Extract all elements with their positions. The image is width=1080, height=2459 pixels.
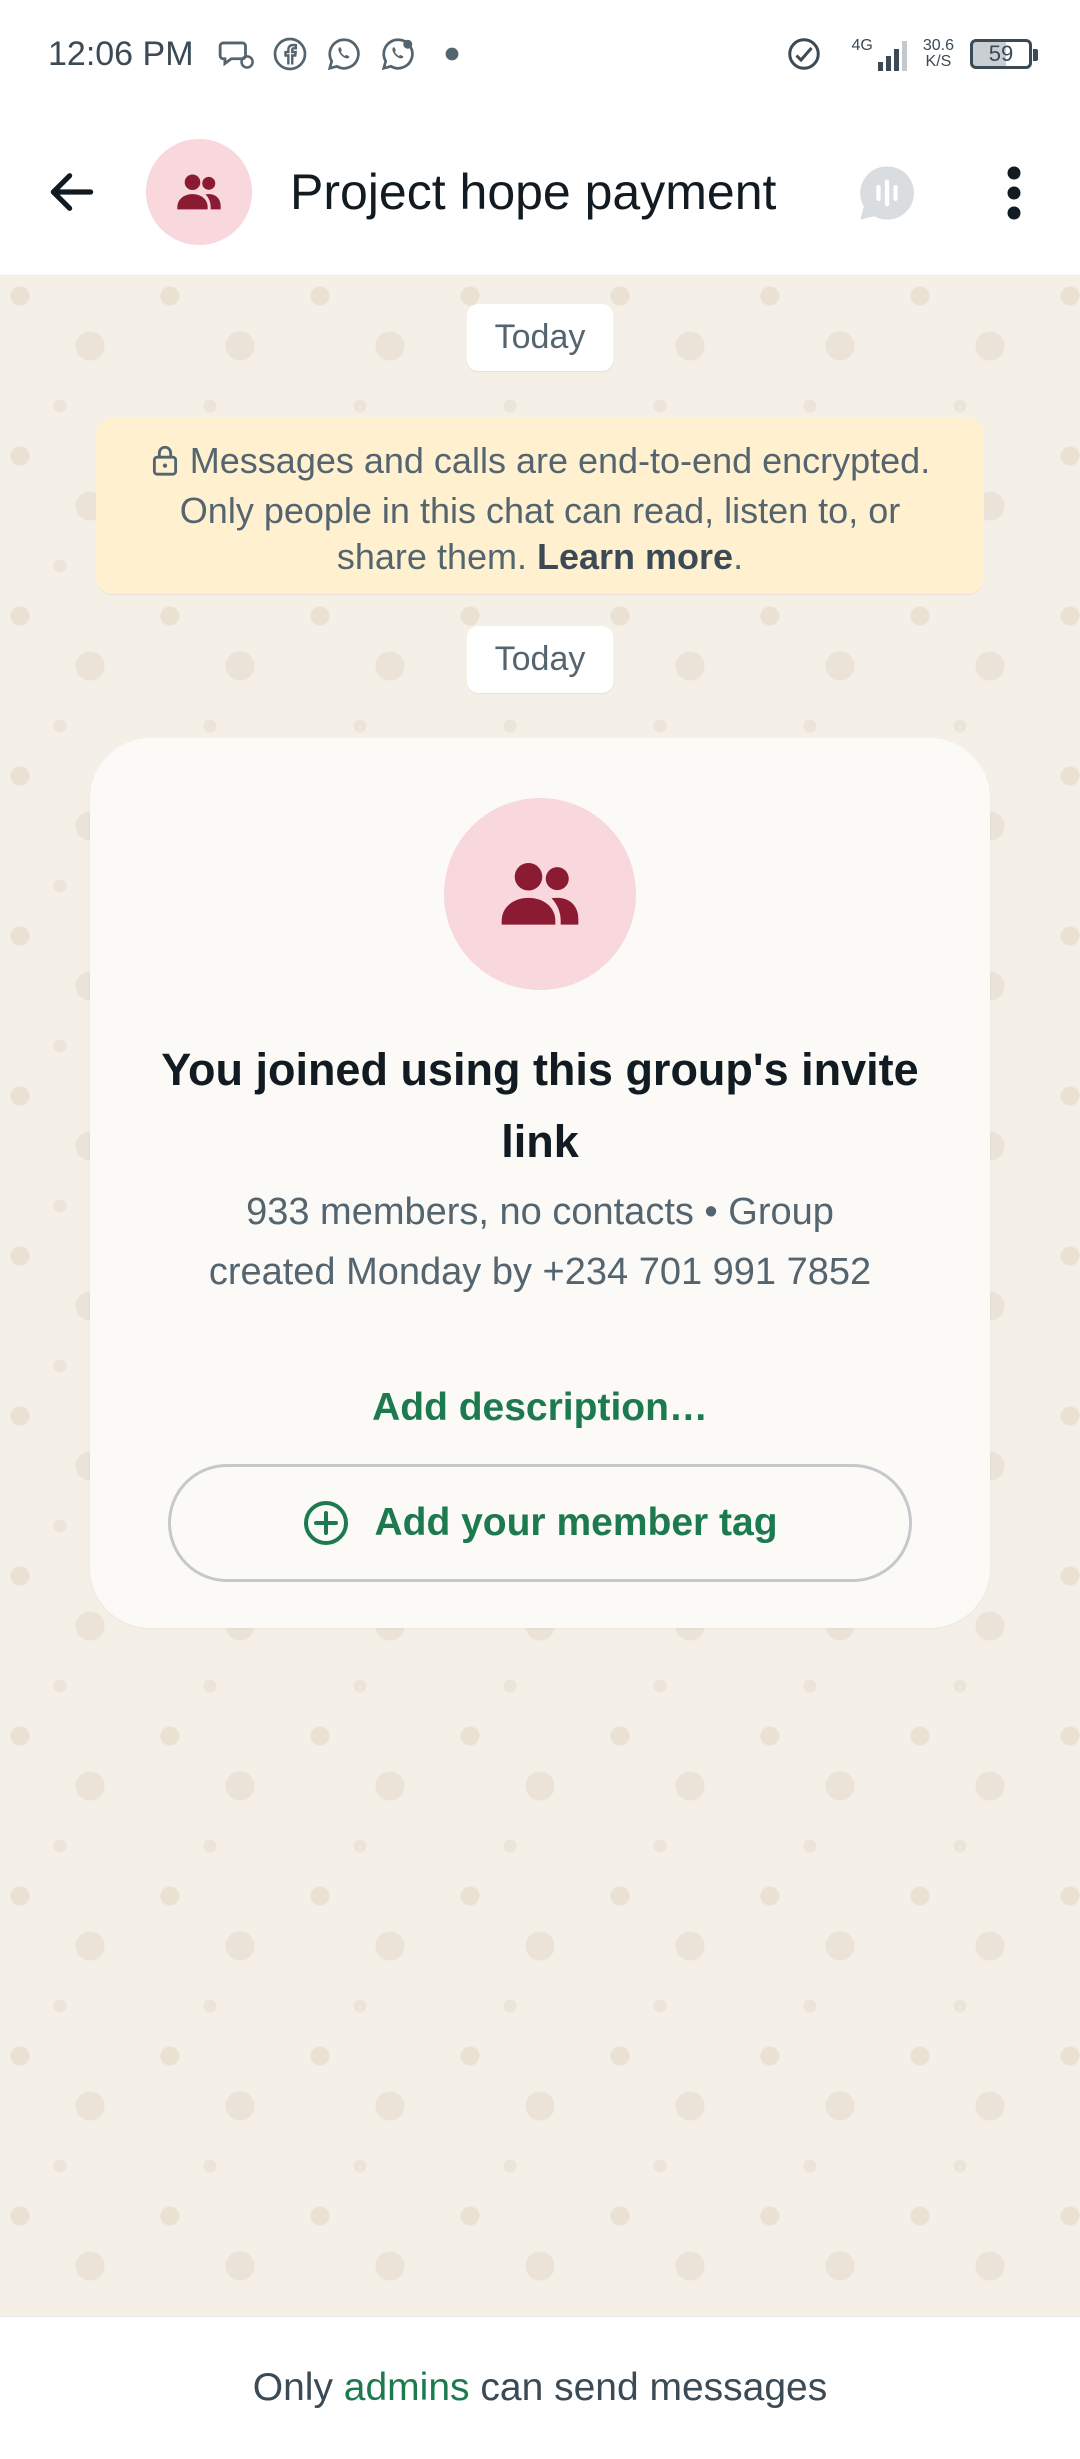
chat-header: Project hope payment xyxy=(0,108,1080,276)
encryption-suffix: . xyxy=(733,536,744,577)
footer-prefix: Only xyxy=(252,2366,333,2409)
admins-link[interactable]: admins xyxy=(344,2366,470,2410)
card-group-avatar xyxy=(444,798,636,990)
status-right-group: 4G 30.6 K/S 59 xyxy=(782,32,1038,76)
group-icon xyxy=(501,862,579,925)
battery-icon: 59 xyxy=(970,39,1038,69)
add-member-tag-label: Add your member tag xyxy=(374,1501,778,1544)
status-bar: 12:06 PM 4G 30.6 K/S 59 xyxy=(0,0,1080,108)
footer-suffix: can send messages xyxy=(480,2366,828,2409)
more-vertical-icon xyxy=(1007,166,1021,220)
status-time: 12:06 PM xyxy=(48,34,194,73)
group-info-card: You joined using this group's invite lin… xyxy=(90,738,990,1628)
back-button[interactable] xyxy=(32,152,112,232)
signal-icon: 4G xyxy=(852,37,907,71)
more-options-button[interactable] xyxy=(984,153,1044,233)
joined-heading: You joined using this group's invite lin… xyxy=(161,1044,919,1167)
voice-chat-button[interactable] xyxy=(852,158,922,228)
add-member-tag-button[interactable]: Add your member tag xyxy=(168,1464,912,1582)
message-icon xyxy=(214,32,258,76)
whatsapp-business-icon xyxy=(376,32,420,76)
plus-circle-icon xyxy=(304,1501,349,1545)
whatsapp-icon xyxy=(322,32,366,76)
learn-more-link[interactable]: Learn more xyxy=(537,536,733,577)
group-icon xyxy=(177,173,221,209)
network-type: 4G xyxy=(851,37,873,54)
facebook-icon xyxy=(268,32,312,76)
arrow-left-icon xyxy=(50,172,94,211)
network-speed: 30.6 K/S xyxy=(923,38,954,70)
chat-area[interactable]: Today Messages and calls are end-to-end … xyxy=(0,276,1080,2316)
lock-icon xyxy=(150,442,180,488)
date-chip: Today xyxy=(466,626,614,693)
group-meta: 933 members, no contacts • Group created… xyxy=(208,1191,872,1293)
dot-icon xyxy=(430,32,474,76)
add-description-link[interactable]: Add description… xyxy=(90,1386,990,1430)
chat-title[interactable]: Project hope payment xyxy=(290,163,776,221)
sync-icon xyxy=(782,32,826,76)
admins-only-notice: Only admins can send messages xyxy=(0,2316,1080,2459)
voice-chat-icon xyxy=(860,166,915,220)
battery-level: 59 xyxy=(988,41,1014,66)
network-speed-value: 30.6 xyxy=(922,37,954,54)
encryption-notice[interactable]: Messages and calls are end-to-end encryp… xyxy=(96,418,984,594)
date-chip: Today xyxy=(466,304,614,371)
network-speed-unit: K/S xyxy=(925,53,952,70)
group-avatar[interactable] xyxy=(146,138,252,245)
